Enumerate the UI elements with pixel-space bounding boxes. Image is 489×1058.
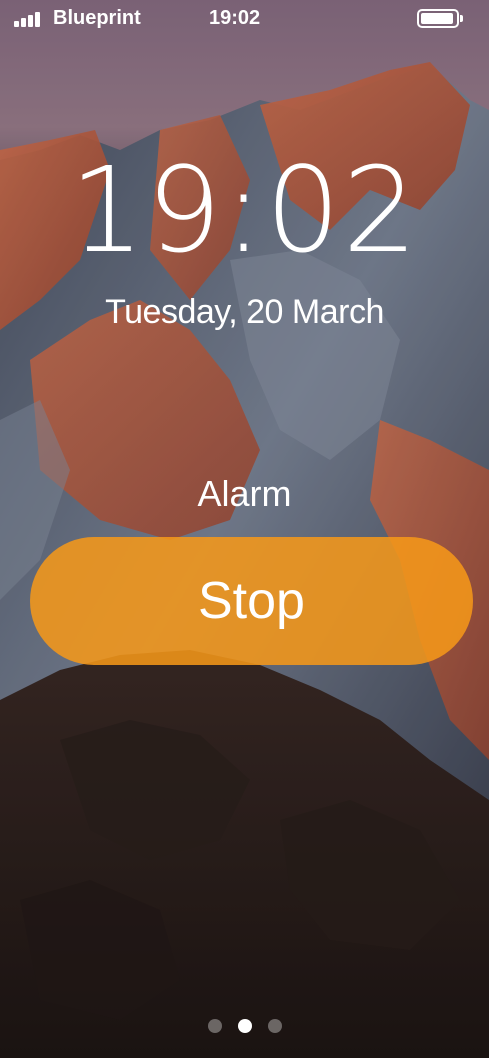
- carrier-name: Blueprint: [53, 7, 141, 29]
- status-bar: Blueprint 19:02: [0, 0, 489, 36]
- signal-strength-icon: [14, 11, 48, 27]
- page-dot: [237, 1019, 252, 1033]
- alarm-label: Alarm: [197, 473, 292, 514]
- stop-alarm-button[interactable]: Stop: [30, 537, 473, 665]
- battery-icon: [417, 9, 463, 28]
- page-dot: [267, 1019, 282, 1033]
- page-indicator: [0, 1019, 489, 1033]
- page-dot: [207, 1019, 222, 1033]
- lock-screen-clock: 19:02: [69, 141, 420, 279]
- lock-screen: Blueprint 19:02 19:02 Tuesday, 20 March …: [0, 0, 489, 1058]
- status-bar-time: 19:02: [209, 7, 261, 29]
- lock-screen-date: Tuesday, 20 March: [105, 293, 384, 331]
